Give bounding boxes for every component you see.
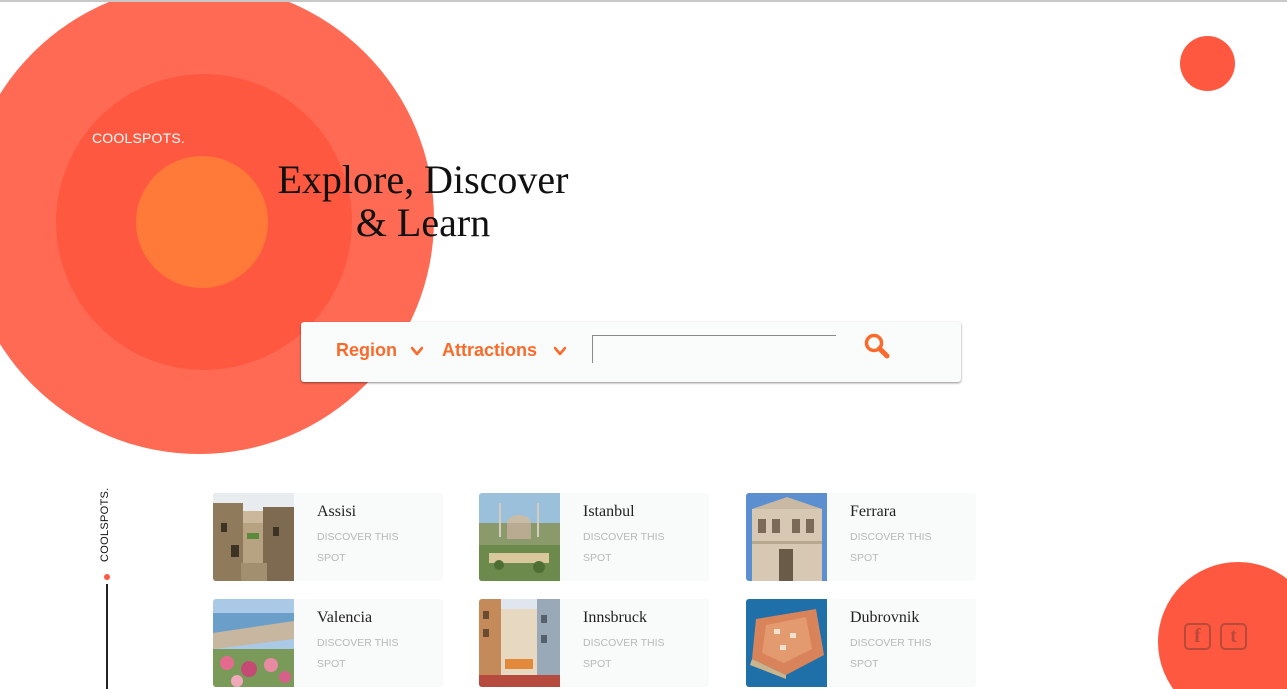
brand-logo[interactable]: COOLSPOTS. xyxy=(92,130,185,146)
attractions-dropdown[interactable]: Attractions xyxy=(442,340,567,361)
spot-name: Valencia xyxy=(317,609,373,626)
page: COOLSPOTS. Explore, Discover & Learn Reg… xyxy=(0,0,1287,689)
facebook-icon: f xyxy=(1194,625,1201,647)
hero-title-line2: & Learn xyxy=(355,200,491,245)
twitter-icon: t xyxy=(1230,625,1237,647)
spot-image-dubrovnik xyxy=(746,599,827,687)
spot-card-assisi[interactable]: Assisi DISCOVER THIS SPOT xyxy=(213,493,443,581)
chevron-down-icon xyxy=(553,340,567,361)
side-dot xyxy=(104,574,110,580)
search-icon xyxy=(863,333,893,366)
spot-name: Dubrovnik xyxy=(850,609,920,626)
spot-image-istanbul xyxy=(479,493,560,581)
spot-card-valencia[interactable]: Valencia DISCOVER THIS SPOT xyxy=(213,599,443,687)
spot-image-innsbruck xyxy=(479,599,560,687)
side-divider-line xyxy=(106,584,108,689)
discover-spot-link[interactable]: DISCOVER THIS SPOT xyxy=(583,633,683,675)
region-dropdown[interactable]: Region xyxy=(336,340,424,361)
twitter-button[interactable]: t xyxy=(1220,623,1247,650)
region-dropdown-label: Region xyxy=(336,340,397,360)
search-input[interactable] xyxy=(592,335,836,363)
spot-card-istanbul[interactable]: Istanbul DISCOVER THIS SPOT xyxy=(479,493,709,581)
spot-name: Ferrara xyxy=(850,503,897,520)
spot-name: Istanbul xyxy=(583,503,635,520)
hero-title-line1: Explore, Discover xyxy=(277,157,569,202)
hero-title: Explore, Discover & Learn xyxy=(248,158,598,244)
side-brand-label: COOLSPOTS. xyxy=(99,487,111,562)
decor-circle-top-right xyxy=(1180,36,1235,91)
spot-card-ferrara[interactable]: Ferrara DISCOVER THIS SPOT xyxy=(746,493,976,581)
spot-image-ferrara xyxy=(746,493,827,581)
attractions-dropdown-label: Attractions xyxy=(442,340,538,360)
discover-spot-link[interactable]: DISCOVER THIS SPOT xyxy=(850,527,950,569)
spot-card-innsbruck[interactable]: Innsbruck DISCOVER THIS SPOT xyxy=(479,599,709,687)
discover-spot-link[interactable]: DISCOVER THIS SPOT xyxy=(317,633,417,675)
chevron-down-icon xyxy=(410,340,424,361)
search-bar: Region Attractions xyxy=(301,322,961,382)
facebook-button[interactable]: f xyxy=(1184,623,1211,650)
spot-image-valencia xyxy=(213,599,294,687)
discover-spot-link[interactable]: DISCOVER THIS SPOT xyxy=(317,527,417,569)
spot-image-assisi xyxy=(213,493,294,581)
discover-spot-link[interactable]: DISCOVER THIS SPOT xyxy=(583,527,683,569)
search-button[interactable] xyxy=(863,332,893,362)
spot-name: Assisi xyxy=(317,503,357,520)
discover-spot-link[interactable]: DISCOVER THIS SPOT xyxy=(850,633,950,675)
spot-name: Innsbruck xyxy=(583,609,647,626)
spot-card-dubrovnik[interactable]: Dubrovnik DISCOVER THIS SPOT xyxy=(746,599,976,687)
